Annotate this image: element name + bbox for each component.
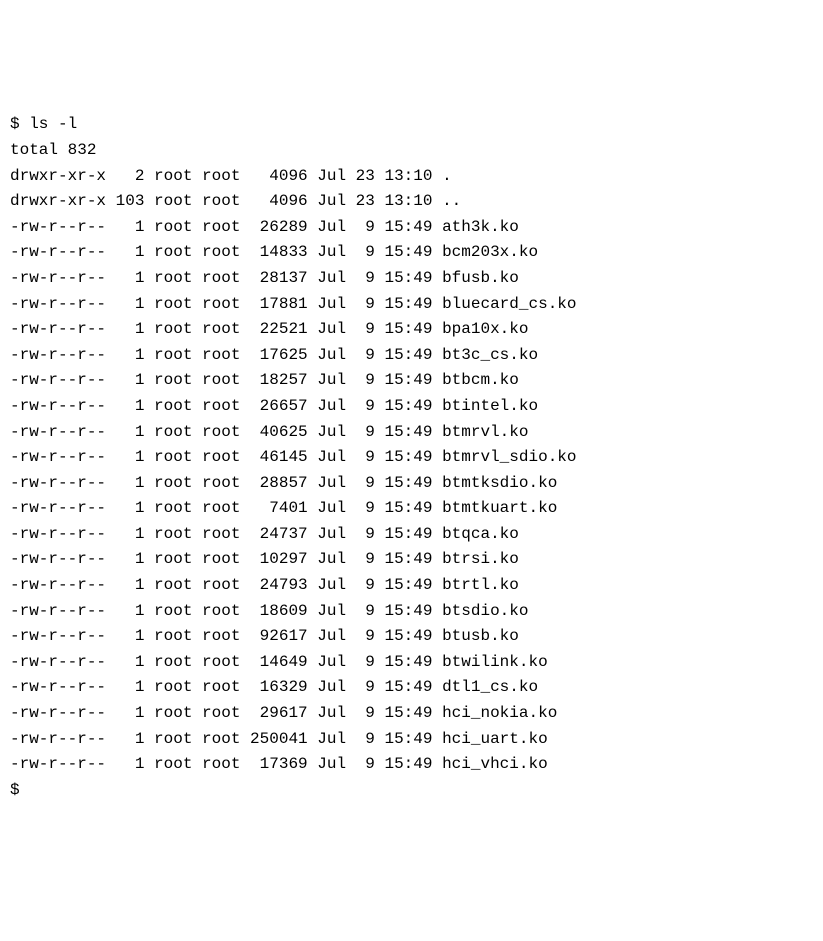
file-row: -rw-r--r-- 1 root root 29617 Jul 9 15:49… [10,701,813,727]
file-row: -rw-r--r-- 1 root root 26289 Jul 9 15:49… [10,215,813,241]
command-text: ls -l [29,115,77,133]
file-row: -rw-r--r-- 1 root root 24737 Jul 9 15:49… [10,522,813,548]
total-line: total 832 [10,138,813,164]
file-row: -rw-r--r-- 1 root root 28137 Jul 9 15:49… [10,266,813,292]
file-row: -rw-r--r-- 1 root root 24793 Jul 9 15:49… [10,573,813,599]
file-row: -rw-r--r-- 1 root root 16329 Jul 9 15:49… [10,675,813,701]
file-row: drwxr-xr-x 2 root root 4096 Jul 23 13:10… [10,164,813,190]
file-row: -rw-r--r-- 1 root root 40625 Jul 9 15:49… [10,420,813,446]
file-row: -rw-r--r-- 1 root root 28857 Jul 9 15:49… [10,471,813,497]
file-row: -rw-r--r-- 1 root root 22521 Jul 9 15:49… [10,317,813,343]
file-row: drwxr-xr-x 103 root root 4096 Jul 23 13:… [10,189,813,215]
shell-prompt: $ [10,115,29,133]
shell-prompt[interactable]: $ [10,778,813,804]
file-row: -rw-r--r-- 1 root root 46145 Jul 9 15:49… [10,445,813,471]
file-row: -rw-r--r-- 1 root root 14649 Jul 9 15:49… [10,650,813,676]
file-row: -rw-r--r-- 1 root root 14833 Jul 9 15:49… [10,240,813,266]
file-row: -rw-r--r-- 1 root root 10297 Jul 9 15:49… [10,547,813,573]
file-row: -rw-r--r-- 1 root root 17625 Jul 9 15:49… [10,343,813,369]
file-row: -rw-r--r-- 1 root root 7401 Jul 9 15:49 … [10,496,813,522]
file-row: -rw-r--r-- 1 root root 17369 Jul 9 15:49… [10,752,813,778]
file-row: -rw-r--r-- 1 root root 18609 Jul 9 15:49… [10,599,813,625]
file-row: -rw-r--r-- 1 root root 92617 Jul 9 15:49… [10,624,813,650]
file-row: -rw-r--r-- 1 root root 17881 Jul 9 15:49… [10,292,813,318]
file-row: -rw-r--r-- 1 root root 26657 Jul 9 15:49… [10,394,813,420]
file-row: -rw-r--r-- 1 root root 18257 Jul 9 15:49… [10,368,813,394]
terminal-output: $ ls -ltotal 832drwxr-xr-x 2 root root 4… [10,112,813,803]
command-line[interactable]: $ ls -l [10,112,813,138]
file-row: -rw-r--r-- 1 root root 250041 Jul 9 15:4… [10,727,813,753]
